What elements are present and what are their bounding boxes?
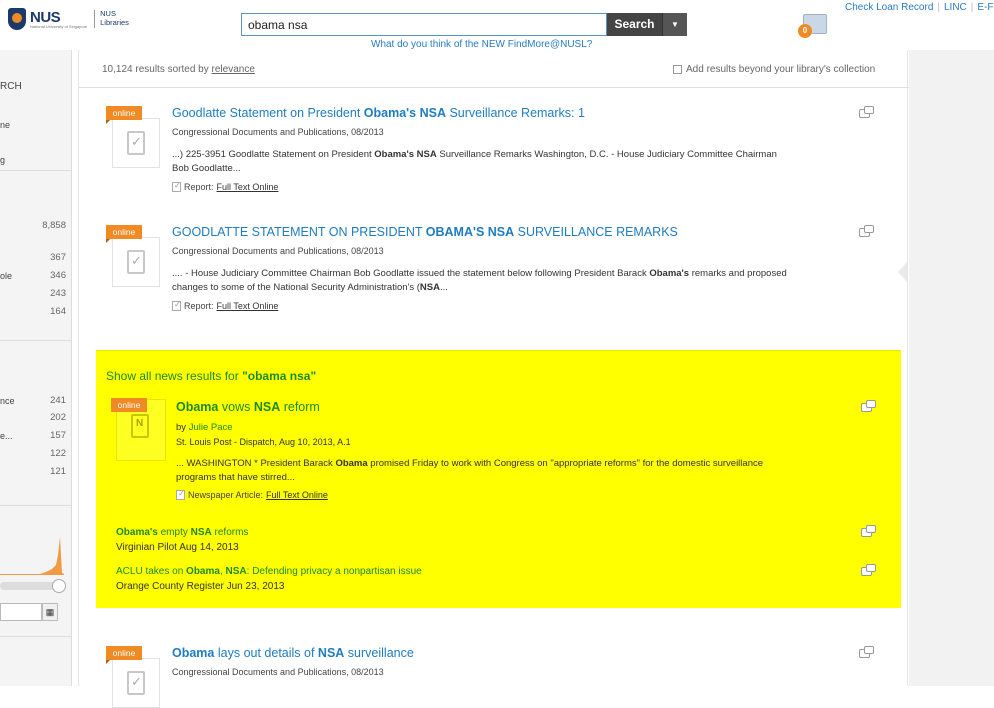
- news-item-title-link[interactable]: Obama's empty NSA reforms: [116, 527, 248, 538]
- calendar-icon[interactable]: ▦: [42, 603, 58, 621]
- save-item-icon[interactable]: [859, 106, 874, 118]
- news-item-source: Orange County Register Jun 23, 2013: [116, 581, 285, 592]
- sidebar-option[interactable]: g: [0, 155, 5, 165]
- result-record: online Obama lays out details of NSA sur…: [106, 646, 886, 708]
- facet-count: 241: [50, 395, 66, 406]
- date-input[interactable]: [0, 603, 42, 621]
- result-meta: Congressional Documents and Publications…: [172, 246, 384, 256]
- news-snippet: ... WASHINGTON * President Barack Obama …: [176, 458, 764, 483]
- search-input[interactable]: obama nsa: [241, 13, 607, 36]
- newspaper-small-icon: [176, 489, 185, 500]
- save-item-icon[interactable]: [861, 400, 876, 412]
- result-meta: Congressional Documents and Publications…: [172, 127, 384, 137]
- linc-link[interactable]: LINC: [944, 2, 967, 13]
- result-meta: Congressional Documents and Publications…: [172, 667, 384, 677]
- report-icon: [172, 181, 181, 192]
- save-item-icon[interactable]: [861, 525, 876, 537]
- search-button[interactable]: Search: [607, 13, 662, 36]
- facet-count: 243: [50, 288, 66, 299]
- facet-count: 367: [50, 252, 66, 263]
- result-title-link[interactable]: GOODLATTE STATEMENT ON PRESIDENT OBAMA'S…: [172, 225, 678, 239]
- author-link[interactable]: Julie Pace: [189, 422, 233, 433]
- news-access: Newspaper Article:Full Text Online: [176, 489, 328, 500]
- full-text-online-link[interactable]: Full Text Online: [266, 490, 328, 500]
- save-item-icon[interactable]: [861, 564, 876, 576]
- left-sidebar: RCH ne g 8,858 367 ole 346 243 164 nce 2…: [0, 50, 72, 686]
- result-thumbnail[interactable]: [112, 118, 160, 168]
- document-icon: [127, 131, 145, 155]
- result-title-link[interactable]: Obama lays out details of NSA surveillan…: [172, 646, 414, 660]
- beyond-collection-option[interactable]: Add results beyond your library's collec…: [673, 64, 875, 75]
- beyond-collection-checkbox[interactable]: [673, 65, 682, 74]
- logo-nus: NUS: [30, 8, 61, 26]
- result-record: online Goodlatte Statement on President …: [106, 106, 886, 196]
- facet-count: 157: [50, 430, 66, 441]
- nus-logo[interactable]: NUS National University of Singapore NUS…: [8, 8, 129, 30]
- e-link[interactable]: E-F: [977, 2, 993, 13]
- folder-count-badge: 0: [798, 24, 812, 38]
- result-access: Report:Full Text Online: [172, 300, 279, 311]
- top-links: Check Loan Record | LINC | E-F: [845, 2, 994, 13]
- histogram-area: [0, 537, 64, 575]
- news-title-link[interactable]: Obama vows NSA reform: [176, 400, 320, 414]
- search-options-dropdown[interactable]: ▼: [662, 13, 687, 36]
- header: NUS National University of Singapore NUS…: [0, 0, 994, 50]
- news-results-block: Show all news results for "obama nsa" on…: [96, 350, 901, 608]
- news-author: by Julie Pace: [176, 422, 233, 433]
- facet-count: 8,858: [42, 220, 66, 231]
- show-all-news-link[interactable]: Show all news results for "obama nsa": [106, 369, 316, 383]
- result-thumbnail[interactable]: [112, 237, 160, 287]
- online-badge: online: [111, 398, 147, 412]
- news-item-title-link[interactable]: ACLU takes on Obama, NSA: Defending priv…: [116, 566, 422, 577]
- results-main: 10,124 results sorted by relevance Add r…: [78, 50, 909, 708]
- full-text-online-link[interactable]: Full Text Online: [217, 182, 279, 192]
- slider-handle[interactable]: [52, 579, 66, 593]
- report-icon: [172, 300, 181, 311]
- results-summary-bar: 10,124 results sorted by relevance Add r…: [79, 50, 909, 88]
- logo-subtext: National University of Singapore: [30, 23, 88, 29]
- online-badge: online: [106, 646, 142, 664]
- library-name: NUS Libraries: [94, 10, 129, 28]
- news-source: St. Louis Post - Dispatch, Aug 10, 2013,…: [176, 437, 351, 447]
- save-item-icon[interactable]: [859, 225, 874, 237]
- online-badge: online: [106, 106, 142, 124]
- facet-count: 346: [50, 270, 66, 281]
- facet-count: 202: [50, 412, 66, 423]
- result-record: online GOODLATTE STATEMENT ON PRESIDENT …: [106, 225, 886, 315]
- feedback-link[interactable]: What do you think of the NEW FindMore@NU…: [371, 39, 592, 50]
- sidebar-search-heading: RCH: [0, 81, 22, 92]
- check-loan-record-link[interactable]: Check Loan Record: [845, 2, 933, 13]
- facet-count: 122: [50, 448, 66, 459]
- sort-relevance-link[interactable]: relevance: [212, 64, 255, 75]
- crest-icon: [8, 8, 26, 30]
- full-text-online-link[interactable]: Full Text Online: [217, 301, 279, 311]
- facet-count: 164: [50, 306, 66, 317]
- document-icon: [127, 250, 145, 274]
- result-count: 10,124 results sorted by relevance: [102, 64, 255, 75]
- result-access: Report:Full Text Online: [172, 181, 279, 192]
- date-histogram: [0, 537, 64, 575]
- result-snippet: .... - House Judiciary Committee Chairma…: [172, 268, 787, 293]
- right-panel: [909, 50, 994, 686]
- result-title-link[interactable]: Goodlatte Statement on President Obama's…: [172, 106, 585, 120]
- facet-count: 121: [50, 466, 66, 477]
- save-item-icon[interactable]: [859, 646, 874, 658]
- caret-down-icon: ▼: [671, 20, 679, 29]
- result-snippet: ...) 225-3951 Goodlatte Statement on Pre…: [172, 149, 777, 174]
- news-item-source: Virginian Pilot Aug 14, 2013: [116, 542, 239, 553]
- panel-arrow-icon[interactable]: [898, 262, 907, 282]
- sidebar-option[interactable]: ne: [0, 120, 10, 130]
- newspaper-icon: [131, 414, 149, 438]
- result-thumbnail[interactable]: [112, 658, 160, 708]
- online-badge: online: [106, 225, 142, 243]
- document-icon: [127, 671, 145, 695]
